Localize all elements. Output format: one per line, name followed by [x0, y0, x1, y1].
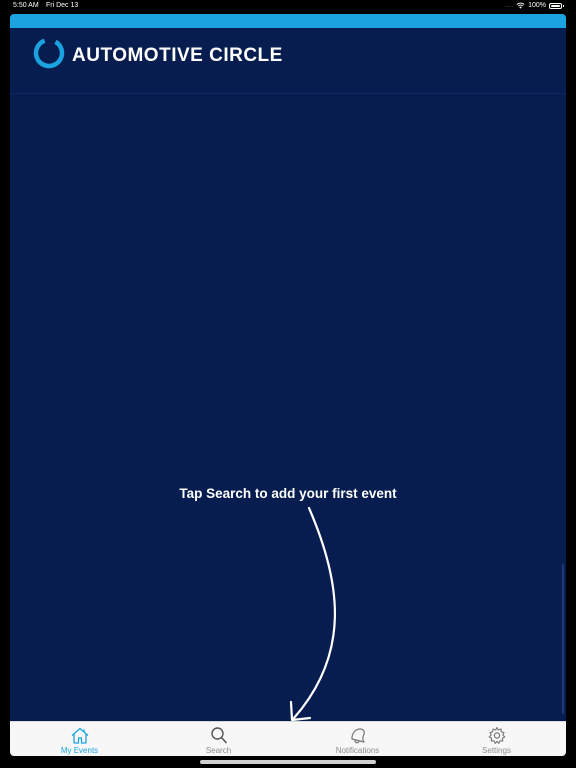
status-bar: 5:50 AM Fri Dec 13 ..... 100% — [0, 0, 576, 13]
tab-notifications[interactable]: Notifications — [288, 722, 427, 756]
device-screen: 5:50 AM Fri Dec 13 ..... 100% AUTOMOTIVE… — [0, 0, 576, 768]
tab-bar: My Events Search Notifications Settings — [10, 721, 566, 756]
signal-icon: ..... — [504, 2, 514, 9]
events-content[interactable]: Tap Search to add your first event — [10, 94, 566, 722]
app-header: AUTOMOTIVE CIRCLE — [10, 28, 566, 94]
battery-icon — [549, 2, 564, 9]
top-accent-bar — [10, 14, 566, 28]
tab-label-settings: Settings — [482, 746, 511, 755]
curved-arrow-icon — [289, 506, 336, 722]
wifi-icon — [516, 2, 525, 9]
home-icon — [71, 727, 88, 744]
tab-label-search: Search — [205, 746, 232, 755]
status-date: Fri Dec 13 — [46, 2, 79, 9]
brand-name: AUTOMOTIVE CIRCLE — [72, 45, 283, 66]
status-indicators: ..... 100% — [504, 2, 564, 9]
tab-my-events[interactable]: My Events — [10, 722, 149, 756]
home-indicator[interactable] — [200, 760, 376, 764]
tab-label-my-events: My Events — [60, 746, 99, 755]
tab-label-notifications: Notifications — [335, 746, 380, 755]
search-icon — [210, 727, 227, 744]
bell-icon — [350, 728, 365, 744]
battery-percent: 100% — [528, 2, 546, 9]
app-window: AUTOMOTIVE CIRCLE Tap Search to add your… — [10, 14, 566, 756]
status-time: 5:50 AM — [13, 2, 39, 9]
tab-search[interactable]: Search — [149, 722, 288, 756]
scroll-indicator — [562, 564, 564, 714]
logo-circle-icon — [33, 37, 65, 69]
empty-state-message: Tap Search to add your first event — [179, 486, 397, 501]
gear-icon — [488, 726, 505, 744]
tab-settings[interactable]: Settings — [427, 722, 566, 756]
